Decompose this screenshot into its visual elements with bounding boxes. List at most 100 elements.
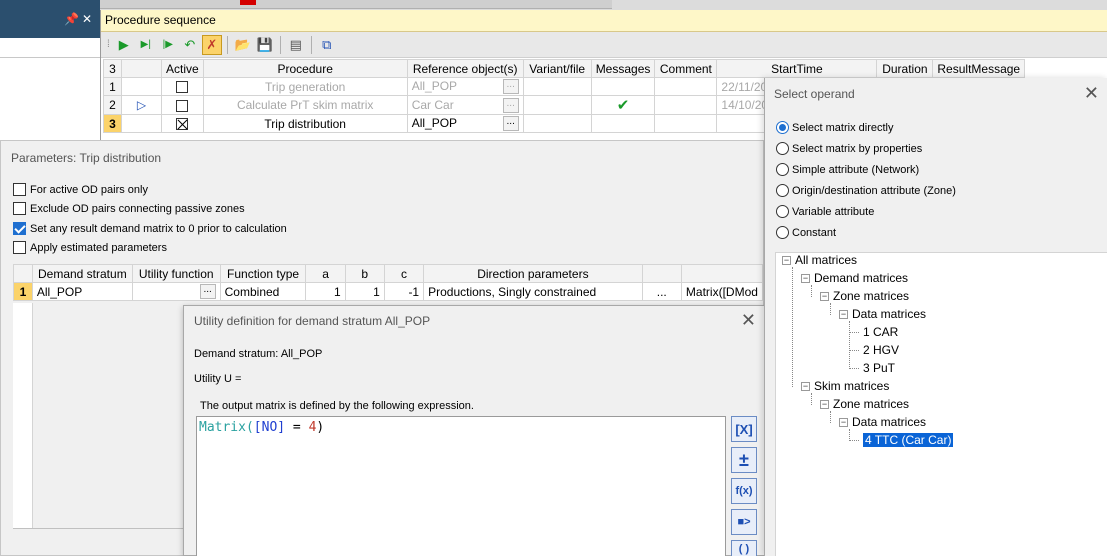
tree-leaf-put[interactable]: 3 PuT: [849, 359, 895, 377]
function-type-cell[interactable]: Combined: [219, 282, 307, 301]
reference-cell[interactable]: All_POP...: [406, 77, 524, 96]
col-reference[interactable]: Reference object(s): [406, 59, 524, 78]
stratum-cell[interactable]: All_POP: [31, 282, 133, 301]
collapse-icon[interactable]: −: [801, 381, 810, 391]
radio-button[interactable]: [776, 205, 789, 218]
matrix-cell[interactable]: Matrix([DMod: [680, 282, 764, 301]
active-cell[interactable]: [161, 95, 204, 115]
collapse-icon[interactable]: −: [820, 291, 829, 301]
tree-node-data-matrices[interactable]: − Data matrices: [839, 305, 926, 323]
insert-operand-button[interactable]: [X]: [731, 416, 757, 442]
run-icon[interactable]: ▶: [114, 35, 134, 55]
tree-node-data-matrices[interactable]: − Data matrices: [839, 413, 926, 431]
radio-od-attribute[interactable]: Origin/destination attribute (Zone): [776, 184, 956, 197]
undo-icon[interactable]: ↶: [180, 35, 200, 55]
col-variant[interactable]: Variant/file: [522, 59, 592, 78]
col-comment[interactable]: Comment: [654, 59, 718, 78]
radio-select-matrix-directly[interactable]: Select matrix directly: [776, 121, 893, 134]
tree-leaf-ttc[interactable]: 4 TTC (Car Car): [849, 431, 954, 449]
procedure-cell[interactable]: Trip generation: [202, 77, 408, 96]
comment-cell[interactable]: [654, 95, 718, 115]
radio-button[interactable]: [776, 226, 789, 239]
tree-node-all-matrices[interactable]: − All matrices: [782, 251, 857, 269]
radio-simple-attribute[interactable]: Simple attribute (Network): [776, 163, 919, 176]
insert-operator-button[interactable]: ±: [731, 447, 757, 473]
comment-cell[interactable]: [654, 77, 718, 96]
row-number[interactable]: 1: [103, 77, 122, 96]
checkbox[interactable]: [13, 241, 26, 254]
active-checkbox[interactable]: [176, 99, 189, 112]
insert-matrix-button[interactable]: ■>: [731, 509, 757, 535]
active-checkbox[interactable]: [176, 118, 189, 131]
radio-constant[interactable]: Constant: [776, 226, 836, 239]
row-number[interactable]: 1: [13, 282, 33, 301]
close-icon[interactable]: ✕: [741, 310, 756, 331]
collapse-icon[interactable]: −: [801, 273, 810, 283]
radio-button[interactable]: [776, 142, 789, 155]
col-a[interactable]: a: [305, 264, 346, 283]
col-b[interactable]: b: [344, 264, 385, 283]
variant-cell[interactable]: [522, 77, 592, 96]
direction-cell[interactable]: Productions, Singly constrained: [423, 282, 643, 301]
col-duration[interactable]: Duration: [876, 59, 934, 78]
variant-cell[interactable]: [522, 95, 592, 115]
b-cell[interactable]: 1: [344, 282, 385, 301]
run-step-icon[interactable]: ▶|: [136, 35, 156, 55]
radio-button[interactable]: [776, 163, 789, 176]
col-messages[interactable]: Messages: [590, 59, 656, 78]
tree-leaf-hgv[interactable]: 2 HGV: [849, 341, 899, 359]
messages-cell[interactable]: [590, 114, 656, 133]
tree-node-demand-matrices[interactable]: − Demand matrices: [801, 269, 908, 287]
tree-node-zone-matrices[interactable]: − Zone matrices: [820, 395, 909, 413]
open-folder-icon[interactable]: 📂: [233, 35, 253, 55]
option-exclude-passive[interactable]: Exclude OD pairs connecting passive zone…: [13, 202, 245, 215]
pin-icon[interactable]: 📌: [64, 12, 79, 26]
utility-cell[interactable]: ...: [131, 282, 221, 301]
a-cell[interactable]: 1: [305, 282, 346, 301]
col-demand-stratum[interactable]: Demand stratum: [31, 264, 133, 283]
tree-leaf-car[interactable]: 1 CAR: [849, 323, 898, 341]
collapse-icon[interactable]: −: [782, 255, 791, 265]
checkbox[interactable]: [13, 202, 26, 215]
collapse-icon[interactable]: −: [839, 309, 848, 319]
tree-node-zone-matrices[interactable]: − Zone matrices: [820, 287, 909, 305]
radio-variable-attribute[interactable]: Variable attribute: [776, 205, 874, 218]
row-number[interactable]: 2: [103, 95, 122, 115]
direction-ellipsis-button[interactable]: ...: [641, 282, 682, 301]
run-to-icon[interactable]: |▶: [158, 35, 178, 55]
radio-select-matrix-by-properties[interactable]: Select matrix by properties: [776, 142, 922, 155]
reference-cell[interactable]: Car Car...: [406, 95, 524, 115]
checkbox[interactable]: [13, 183, 26, 196]
insert-brackets-button[interactable]: ( ): [731, 540, 757, 556]
procedure-cell[interactable]: Trip distribution: [202, 114, 408, 133]
radio-button[interactable]: [776, 121, 789, 134]
tree-node-skim-matrices[interactable]: − Skim matrices: [801, 377, 889, 395]
expression-editor[interactable]: Matrix([NO] = 4): [196, 416, 726, 556]
option-set-result-zero[interactable]: Set any result demand matrix to 0 prior …: [13, 222, 287, 235]
col-starttime[interactable]: StartTime: [716, 59, 878, 78]
active-cell[interactable]: [161, 77, 204, 96]
reference-ellipsis-button[interactable]: ...: [502, 116, 519, 131]
red-toolbar-icon[interactable]: [240, 0, 256, 5]
checkbox[interactable]: [13, 222, 26, 235]
table-row[interactable]: 1 All_POP ... Combined 1 1 -1 Production…: [13, 282, 764, 301]
view-icon[interactable]: ⧉: [317, 35, 337, 55]
active-cell[interactable]: [161, 114, 204, 133]
radio-button[interactable]: [776, 184, 789, 197]
active-checkbox[interactable]: [176, 81, 189, 94]
reference-cell[interactable]: All_POP...: [406, 114, 524, 133]
col-c[interactable]: c: [383, 264, 425, 283]
option-apply-estimated[interactable]: Apply estimated parameters: [13, 241, 167, 254]
messages-cell[interactable]: [590, 77, 656, 96]
toolbar-grip[interactable]: ⁞: [107, 39, 110, 50]
col-utility-function[interactable]: Utility function: [131, 264, 221, 283]
save-icon[interactable]: 💾: [255, 35, 275, 55]
variant-cell[interactable]: [522, 114, 592, 133]
col-resultmessage[interactable]: ResultMessage: [932, 59, 1026, 78]
utility-ellipsis-button[interactable]: ...: [199, 284, 216, 299]
properties-icon[interactable]: ▤: [286, 35, 306, 55]
col-procedure[interactable]: Procedure: [202, 59, 408, 78]
reference-ellipsis-button[interactable]: ...: [502, 79, 519, 94]
procedure-cell[interactable]: Calculate PrT skim matrix: [202, 95, 408, 115]
deactivate-icon[interactable]: ✗: [201, 34, 222, 55]
